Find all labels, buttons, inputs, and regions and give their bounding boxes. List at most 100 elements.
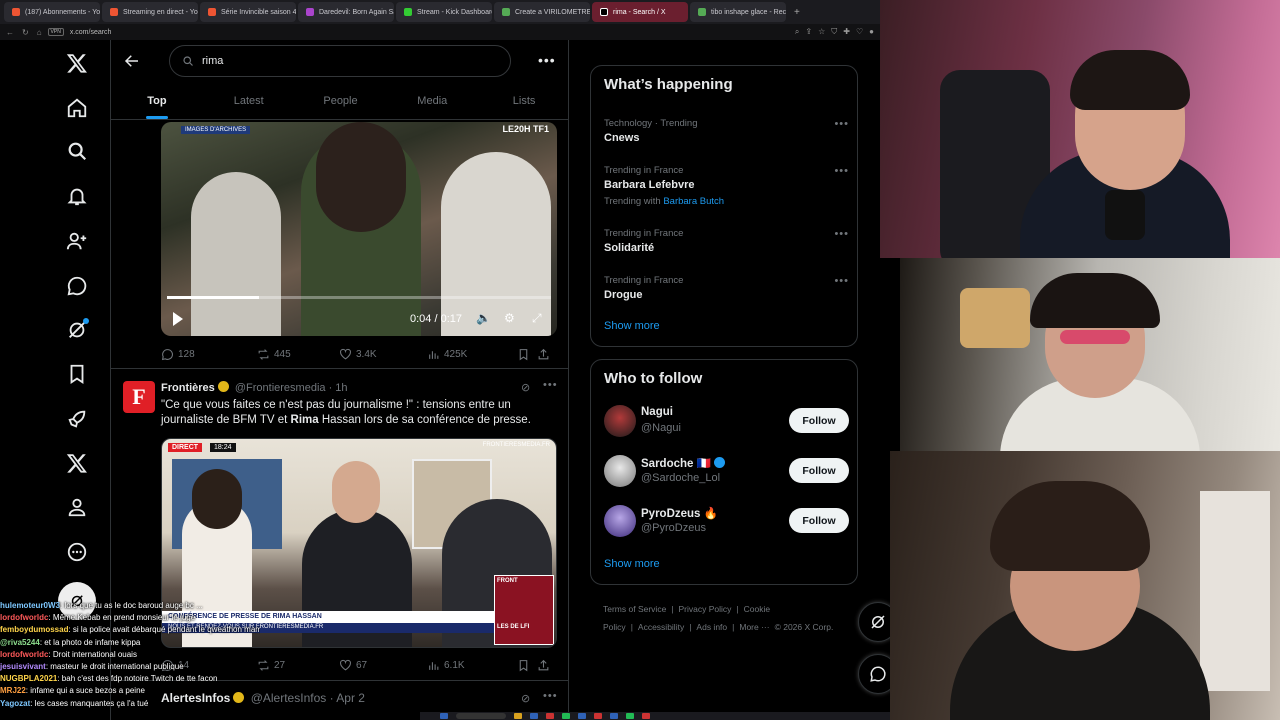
- repost-button[interactable]: 445: [257, 348, 339, 361]
- tweet2-more-button[interactable]: •••: [543, 379, 558, 391]
- share-icon[interactable]: ⇪: [805, 27, 812, 37]
- grok-explain-icon[interactable]: ⊘: [521, 692, 530, 705]
- browser-tab[interactable]: Create a VIRILOMETRE Tr: [494, 2, 590, 22]
- trend-item[interactable]: Trending in France Barbara Lefebvre Trendi…: [604, 165, 849, 207]
- app-icon[interactable]: [578, 713, 586, 719]
- follow-suggestion[interactable]: Sardoche 🇫🇷 @Sardoche_Lol Follow: [604, 455, 849, 489]
- trend-with-link[interactable]: Barbara Butch: [663, 196, 724, 207]
- back-arrow-icon[interactable]: ←: [6, 28, 14, 37]
- views-button[interactable]: 6.1K: [427, 659, 517, 672]
- avatar[interactable]: [604, 405, 636, 437]
- views-button[interactable]: 425K: [427, 348, 517, 361]
- taskbar-search[interactable]: [456, 713, 506, 719]
- chat-username[interactable]: hulemoteur0W3: [0, 601, 60, 610]
- back-arrow-icon[interactable]: [123, 52, 143, 72]
- trend-more-button[interactable]: •••: [834, 165, 849, 177]
- chat-username[interactable]: @riva5244: [0, 638, 40, 647]
- share-button[interactable]: [537, 348, 557, 361]
- trend-item[interactable]: Trending in France Drogue •••: [604, 275, 849, 301]
- footer-link[interactable]: Terms of Service: [603, 604, 666, 614]
- explore-icon[interactable]: [62, 136, 92, 166]
- follow-icon[interactable]: [62, 226, 92, 256]
- tab-top[interactable]: Top: [111, 84, 203, 119]
- suggestion-name[interactable]: Sardoche 🇫🇷: [641, 458, 711, 470]
- suggestion-name[interactable]: PyroDzeus 🔥: [641, 508, 718, 520]
- reload-icon[interactable]: ↻: [22, 28, 29, 37]
- avatar[interactable]: [604, 455, 636, 487]
- footer-link[interactable]: © 2026 X Corp.: [775, 622, 834, 632]
- tab-latest[interactable]: Latest: [203, 84, 295, 119]
- app-icon[interactable]: [546, 713, 554, 719]
- app-icon[interactable]: [626, 713, 634, 719]
- chat-icon[interactable]: [62, 271, 92, 301]
- chat-username[interactable]: Yagozat: [0, 699, 30, 708]
- play-icon[interactable]: [173, 312, 183, 326]
- follow-show-more[interactable]: Show more: [604, 558, 660, 570]
- bookmark-page-icon[interactable]: ☆: [818, 27, 825, 37]
- bookmark-button[interactable]: [517, 348, 537, 361]
- follow-button[interactable]: Follow: [789, 408, 849, 433]
- home-icon[interactable]: [62, 93, 92, 123]
- profile-icon[interactable]: [62, 492, 92, 522]
- chat-username[interactable]: MRJ22: [0, 686, 26, 695]
- footer-link[interactable]: More ···: [739, 622, 769, 632]
- trends-show-more[interactable]: Show more: [604, 320, 660, 332]
- more-icon[interactable]: [62, 537, 92, 567]
- trend-more-button[interactable]: •••: [834, 118, 849, 130]
- suggestion-name[interactable]: Nagui: [641, 406, 673, 418]
- tweet2-time[interactable]: · 1h: [329, 382, 348, 394]
- tweet-video-player[interactable]: IMAGES D'ARCHIVES LE20H TF1 0:04 / 0:17 …: [161, 122, 557, 336]
- browser-tab[interactable]: rima - Search / X: [592, 2, 688, 22]
- extension-icon[interactable]: ✚: [843, 27, 850, 37]
- zoom-icon[interactable]: ⌕: [795, 27, 799, 37]
- trend-more-button[interactable]: •••: [834, 275, 849, 287]
- tweet3-time[interactable]: · Apr 2: [330, 691, 365, 705]
- app-icon[interactable]: [642, 713, 650, 719]
- tab-lists[interactable]: Lists: [478, 84, 568, 119]
- tweet2-handle[interactable]: @Frontieresmedia: [235, 382, 326, 394]
- notifications-icon[interactable]: [62, 181, 92, 211]
- share-button[interactable]: [537, 659, 557, 672]
- search-input[interactable]: rima: [169, 45, 511, 77]
- trend-item[interactable]: Technology · Trending Cnews •••: [604, 118, 849, 144]
- tweet3-more-button[interactable]: •••: [543, 690, 558, 702]
- volume-icon[interactable]: 🔈: [476, 311, 491, 325]
- browser-tab[interactable]: tibo inshape glace - Reche: [690, 2, 786, 22]
- url-field[interactable]: x.com/search: [70, 29, 112, 36]
- x-logo-icon[interactable]: [62, 48, 92, 78]
- bookmarks-icon[interactable]: [62, 359, 92, 389]
- app-icon[interactable]: [562, 713, 570, 719]
- bookmark-button[interactable]: [517, 659, 537, 672]
- chat-username[interactable]: femboydumossad: [0, 625, 68, 634]
- grok-icon[interactable]: [62, 315, 92, 345]
- footer-link[interactable]: Privacy Policy: [679, 604, 732, 614]
- browser-tab[interactable]: (187) Abonnements - YouT: [4, 2, 100, 22]
- footer-link[interactable]: Ads info: [696, 622, 727, 632]
- browser-tab[interactable]: Streaming en direct - YouT: [102, 2, 198, 22]
- explorer-icon[interactable]: [514, 713, 522, 719]
- follow-button[interactable]: Follow: [789, 508, 849, 533]
- tweet3-handle[interactable]: @AlertesInfos: [251, 691, 327, 705]
- new-tab-button[interactable]: +: [788, 7, 806, 18]
- follow-suggestion[interactable]: PyroDzeus 🔥 @PyroDzeus Follow: [604, 505, 849, 539]
- heart-icon[interactable]: ♡: [856, 27, 863, 37]
- chat-username[interactable]: lordofworldc: [0, 650, 48, 659]
- browser-tab[interactable]: Stream - Kick Dashboard: [396, 2, 492, 22]
- grok-explain-icon[interactable]: ⊘: [521, 381, 530, 394]
- repost-button[interactable]: 27: [257, 659, 339, 672]
- avatar[interactable]: [604, 505, 636, 537]
- jobs-icon[interactable]: [62, 404, 92, 434]
- like-button[interactable]: 3.4K: [339, 348, 427, 361]
- chat-username[interactable]: lordofworldc: [0, 613, 48, 622]
- chat-username[interactable]: jesuisvivant: [0, 662, 46, 671]
- trend-item[interactable]: Trending in France Solidarité •••: [604, 228, 849, 254]
- browser-tab[interactable]: Série Invincible saison 4: [200, 2, 296, 22]
- app-icon[interactable]: [594, 713, 602, 719]
- chat-username[interactable]: NUGBPLA2021: [0, 674, 57, 683]
- profile-browser-icon[interactable]: ●: [869, 27, 874, 37]
- tab-media[interactable]: Media: [386, 84, 478, 119]
- video-progress-bar[interactable]: [167, 296, 551, 299]
- fullscreen-icon[interactable]: ⤢: [532, 311, 542, 326]
- x-premium-icon[interactable]: [62, 448, 92, 478]
- browser-tab[interactable]: Daredevil: Born Again Sai: [298, 2, 394, 22]
